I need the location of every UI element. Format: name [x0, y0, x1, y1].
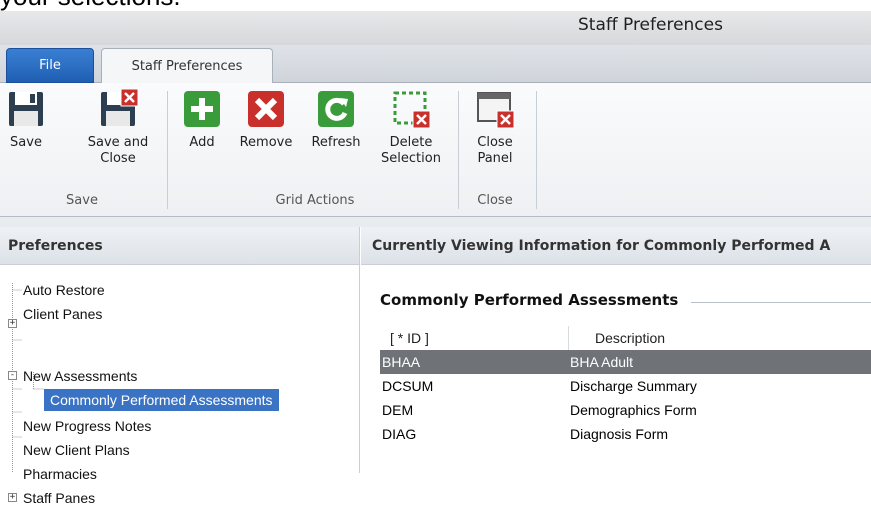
assessments-grid: [ * ID ] Description BHAA BHA Adult DCSU…: [380, 326, 871, 446]
close-group-label: Close: [477, 193, 513, 208]
panel-gap: [0, 217, 871, 227]
refresh-button[interactable]: Refresh: [306, 89, 366, 151]
section-divider: [691, 302, 871, 303]
tab-file[interactable]: File: [6, 48, 94, 83]
tree-item-client-panes[interactable]: Client Panes: [23, 303, 102, 325]
cell-id: DIAG: [382, 426, 417, 442]
floppy-disk-icon: [6, 89, 46, 129]
cell-description: Demographics Form: [570, 402, 697, 418]
tab-staff-preferences[interactable]: Staff Preferences: [101, 48, 273, 84]
preferences-tree: Auto Restore + Client Panes - New Assess…: [0, 265, 359, 506]
tree-item-commonly-performed-assessments[interactable]: Commonly Performed Assessments: [44, 389, 279, 411]
ribbon-divider: [167, 91, 168, 209]
tree-item-new-progress-notes[interactable]: New Progress Notes: [23, 415, 151, 437]
save-and-close-button[interactable]: Save and Close: [78, 88, 158, 167]
tree-item-new-assessments[interactable]: New Assessments: [23, 365, 137, 387]
save-group-label: Save: [66, 193, 98, 208]
expand-plus-icon[interactable]: +: [8, 493, 17, 502]
cell-id: DCSUM: [382, 378, 434, 394]
floppy-disk-close-icon: [98, 88, 139, 129]
close-panel-icon: [475, 89, 515, 129]
details-panel: Currently Viewing Information for Common…: [361, 227, 871, 473]
section-title: Commonly Performed Assessments: [380, 291, 683, 309]
collapse-minus-icon[interactable]: -: [8, 371, 17, 380]
refresh-green-icon: [316, 89, 356, 129]
cell-description: Diagnosis Form: [570, 426, 669, 442]
cell-description: Discharge Summary: [570, 378, 697, 394]
table-row[interactable]: DEM Demographics Form: [380, 398, 871, 422]
save-button[interactable]: Save: [4, 89, 48, 151]
remove-button-label: Remove: [239, 135, 293, 150]
delete-selection-button[interactable]: Delete Selection: [374, 89, 448, 167]
cell-id: BHAA: [382, 354, 421, 370]
cell-description: BHA Adult: [570, 354, 634, 370]
preferences-header: Preferences: [0, 227, 359, 265]
save-button-label: Save: [10, 135, 42, 150]
column-header-id[interactable]: [ * ID ]: [380, 326, 566, 350]
delete-selection-label: Delete Selection: [381, 135, 441, 166]
title-bar: Staff Preferences: [0, 11, 871, 45]
tree-item-staff-panes[interactable]: Staff Panes: [23, 487, 95, 509]
close-panel-button[interactable]: Close Panel: [468, 89, 522, 167]
window-title: Staff Preferences: [578, 15, 723, 35]
delete-selection-icon: [391, 89, 431, 129]
table-row[interactable]: DCSUM Discharge Summary: [380, 374, 871, 398]
expand-plus-icon[interactable]: +: [8, 319, 17, 328]
close-panel-label: Close Panel: [477, 135, 513, 166]
column-header-description[interactable]: Description: [568, 326, 871, 350]
tree-item-auto-restore[interactable]: Auto Restore: [23, 279, 105, 301]
tree-item-pharmacies[interactable]: Pharmacies: [23, 463, 97, 485]
table-row[interactable]: DIAG Diagnosis Form: [380, 422, 871, 446]
grid-header-row: [ * ID ] Description: [380, 326, 871, 350]
add-button[interactable]: Add: [180, 89, 224, 151]
cell-id: DEM: [382, 402, 414, 418]
grid-actions-group-label: Grid Actions: [275, 193, 355, 208]
remove-button[interactable]: Remove: [236, 89, 296, 151]
tree-item-new-client-plans[interactable]: New Client Plans: [23, 439, 130, 461]
refresh-button-label: Refresh: [311, 135, 361, 150]
remove-red-x-icon: [246, 89, 286, 129]
details-header: Currently Viewing Information for Common…: [361, 227, 871, 265]
add-button-label: Add: [189, 135, 215, 150]
table-row[interactable]: BHAA BHA Adult: [380, 350, 871, 374]
save-and-close-label: Save and Close: [87, 135, 149, 166]
preferences-panel: Preferences Auto Restore + Client Panes …: [0, 227, 360, 506]
ribbon-divider: [458, 91, 459, 209]
ribbon-tabstrip: File Staff Preferences: [0, 45, 871, 84]
add-green-plus-icon: [182, 89, 222, 129]
caption-fragment: your selections.: [0, 0, 181, 11]
ribbon-divider: [536, 91, 537, 209]
ribbon: Save Save and Close Save Add Remove Refr…: [0, 83, 871, 217]
